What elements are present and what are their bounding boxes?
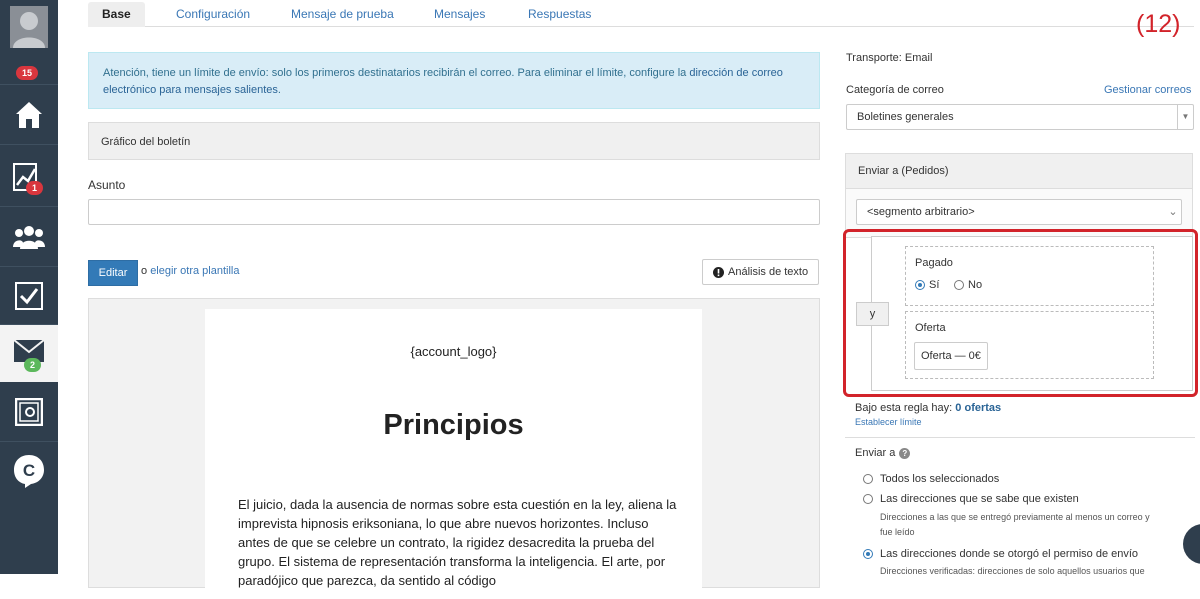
sidebar-user[interactable]: 15	[0, 0, 58, 85]
subject-label: Asunto	[88, 178, 126, 192]
alert-link-outgoing[interactable]: mensajes salientes	[184, 84, 278, 96]
highlight-frame	[843, 229, 1198, 397]
sidebar-item-tasks[interactable]	[0, 267, 58, 325]
template-prefix: o	[141, 265, 148, 277]
chat-widget-button[interactable]	[1183, 524, 1200, 564]
step-counter: (12)	[1136, 10, 1181, 38]
mail-badge: 2	[24, 358, 42, 372]
edit-button[interactable]: Editar	[88, 260, 138, 286]
radio-unselected-icon	[863, 494, 873, 504]
send-to-label: Enviar a ?	[855, 447, 911, 459]
sidebar-item-vault[interactable]	[0, 382, 58, 442]
permission-note: Direcciones verificadas: direcciones de …	[880, 566, 1145, 576]
safe-icon	[15, 397, 43, 426]
chat-logo-icon: C	[14, 455, 44, 488]
known-addresses-note: Direcciones a las que se entregó previam…	[880, 510, 1150, 540]
tab-mensaje-de-prueba[interactable]: Mensaje de prueba	[291, 2, 394, 27]
svg-text:C: C	[23, 461, 35, 480]
rule-text: Bajo esta regla hay:	[855, 402, 953, 414]
tab-configuracion[interactable]: Configuración	[176, 2, 250, 27]
preview-heading: Principios	[383, 409, 524, 441]
note-line: fue leído	[880, 527, 915, 537]
alert-link-address[interactable]: dirección de correo	[689, 67, 783, 79]
note-line: Direcciones a las que se entregó previam…	[880, 512, 1150, 522]
sidebar-item-chat[interactable]: C	[0, 442, 58, 500]
set-limit-link[interactable]: Establecer límite	[855, 417, 922, 427]
option-label: Las direcciones que se sabe que existen	[880, 493, 1079, 505]
option-known-addresses[interactable]: Las direcciones que se sabe que existen	[863, 493, 1079, 505]
alert-link-electronic[interactable]: electrónico	[103, 84, 156, 96]
template-choice: o elegir otra plantilla	[141, 265, 239, 277]
users-icon	[13, 225, 45, 249]
account-logo-placeholder: {account_logo}	[410, 344, 497, 359]
mail-category-value: Boletines generales	[857, 111, 954, 123]
text-analysis-button[interactable]: Análisis de texto	[702, 259, 820, 285]
segment-select[interactable]: <segmento arbitrario> ⌄	[856, 199, 1182, 225]
divider	[845, 437, 1195, 438]
notification-badge: 15	[16, 66, 39, 80]
newsletter-graphic-panel[interactable]: Gráfico del boletín	[88, 122, 820, 160]
tab-respuestas[interactable]: Respuestas	[528, 2, 591, 27]
rule-summary: Bajo esta regla hay: 0 ofertas	[855, 402, 1001, 414]
checkbox-icon	[15, 281, 43, 310]
tab-bar: Base Configuración Mensaje de prueba Men…	[88, 2, 1194, 27]
help-icon[interactable]: ?	[899, 447, 911, 459]
radio-unselected-icon	[863, 474, 873, 484]
transport-label: Transporte: Email	[846, 52, 933, 64]
email-preview: {account_logo} Principios El juicio, dad…	[88, 298, 820, 599]
segment-value: <segmento arbitrario>	[867, 206, 975, 218]
tab-mensajes[interactable]: Mensajes	[434, 2, 485, 27]
sidebar-item-contacts[interactable]	[0, 207, 58, 267]
send-to-header: Enviar a (Pedidos)	[846, 154, 1192, 189]
radio-selected-icon	[863, 549, 873, 559]
choose-template-link[interactable]: elegir otra plantilla	[150, 265, 239, 277]
home-icon	[16, 101, 42, 128]
email-preview-body: {account_logo} Principios El juicio, dad…	[205, 309, 702, 599]
alert-link-para[interactable]: para	[159, 84, 181, 96]
tab-base[interactable]: Base	[88, 2, 145, 27]
rule-count-link[interactable]: 0 ofertas	[955, 402, 1001, 414]
sidebar-item-stats[interactable]: 1	[0, 145, 58, 207]
option-label: Todos los seleccionados	[880, 473, 1000, 485]
option-permission-granted[interactable]: Las direcciones donde se otorgó el permi…	[863, 548, 1138, 560]
send-to-text: Enviar a	[855, 447, 896, 459]
alert-text: Atención, tiene un límite de envío: solo…	[103, 67, 687, 79]
stats-badge: 1	[26, 181, 44, 195]
send-to-panel: Enviar a (Pedidos)	[845, 153, 1193, 238]
sidebar-item-home[interactable]	[0, 85, 58, 145]
send-limit-alert: Atención, tiene un límite de envío: solo…	[88, 52, 820, 109]
sidebar-item-mail[interactable]: 2	[0, 325, 58, 382]
info-icon	[713, 266, 724, 278]
alert-end: .	[277, 84, 281, 96]
preview-body-text: El juicio, dada la ausencia de normas so…	[238, 497, 677, 588]
avatar-icon	[10, 6, 48, 48]
option-label: Las direcciones donde se otorgó el permi…	[880, 548, 1139, 560]
manage-mails-link[interactable]: Gestionar correos	[1104, 84, 1191, 96]
sidebar: 15 1 2 C	[0, 0, 58, 574]
mail-category-select[interactable]: Boletines generales ▼	[846, 104, 1194, 130]
segment-chevron-icon: ⌄	[1168, 206, 1178, 218]
subject-input[interactable]	[88, 199, 820, 225]
mail-category-label: Categoría de correo	[846, 84, 944, 96]
text-analysis-label: Análisis de texto	[728, 266, 809, 278]
option-all-selected[interactable]: Todos los seleccionados	[863, 473, 999, 485]
chevron-down-icon: ▼	[1177, 105, 1193, 129]
